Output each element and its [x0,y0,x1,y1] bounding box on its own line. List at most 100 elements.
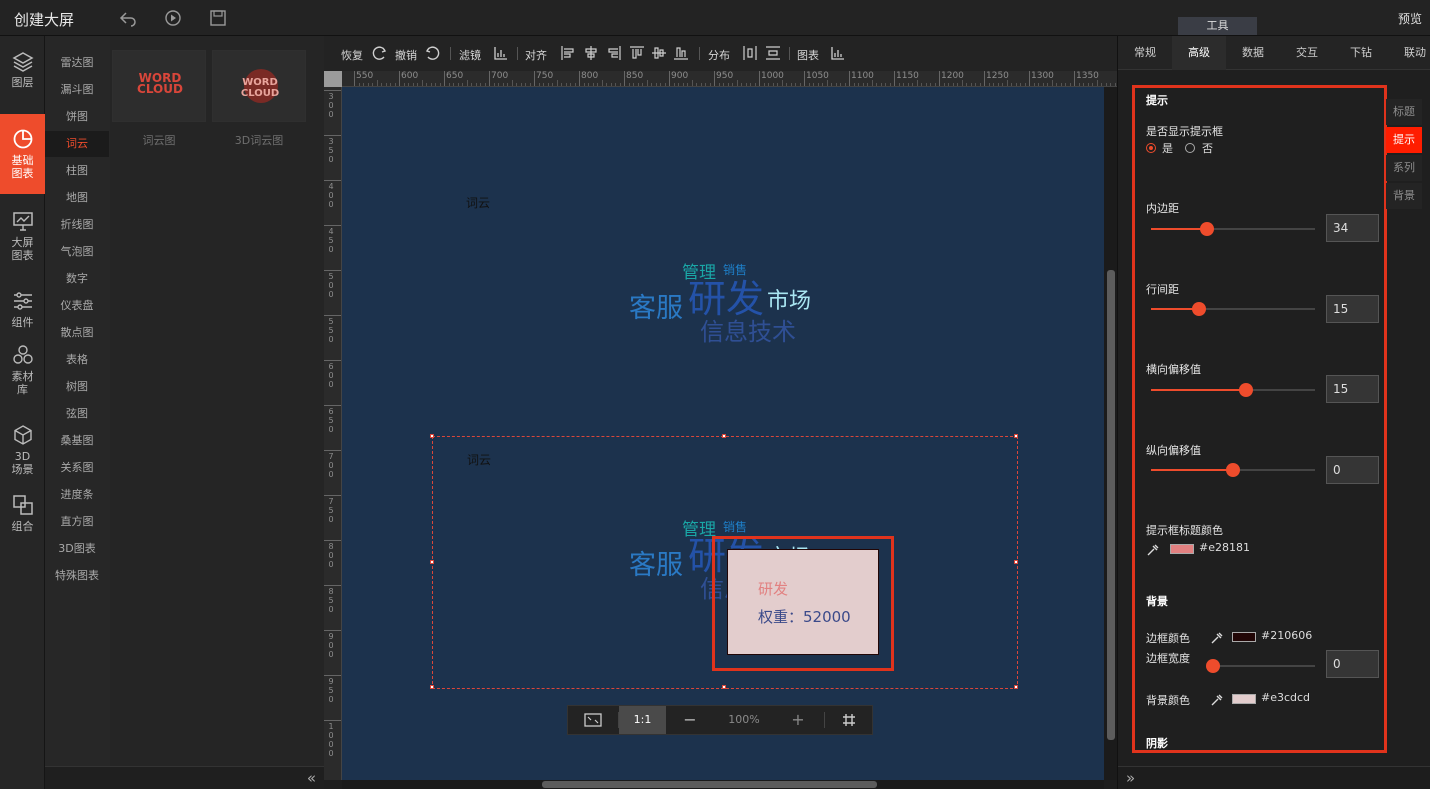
nav-layers[interactable]: 图层 [0,36,45,106]
slider-knob[interactable] [1191,302,1206,316]
category-item[interactable]: 雷达图 [45,50,109,76]
undo-icon[interactable] [425,45,441,61]
zoom-out-button[interactable]: − [670,706,710,734]
tab-5[interactable]: 联动 [1388,36,1430,70]
vertical-scrollbar[interactable] [1104,87,1117,780]
category-item[interactable]: 树图 [45,374,109,400]
slider-knob[interactable] [1239,383,1254,397]
title-color-swatch[interactable] [1170,544,1194,554]
align-left-icon[interactable] [560,45,576,61]
tab-3[interactable]: 交互 [1280,36,1334,70]
side-tab-0[interactable]: 标题 [1386,99,1422,125]
word-3[interactable]: 研发 [688,280,764,318]
word-1[interactable]: 销售 [723,264,747,276]
category-item[interactable]: 漏斗图 [45,77,109,103]
horizontal-scrollbar[interactable] [342,780,1104,789]
vertical-scroll-thumb[interactable] [1107,270,1115,740]
eyedropper-icon[interactable] [1210,631,1224,645]
border-color-swatch[interactable] [1232,632,1256,642]
category-item[interactable]: 关系图 [45,455,109,481]
play-icon[interactable] [164,9,182,27]
align-bottom-icon[interactable] [673,45,689,61]
resize-handle[interactable] [430,685,434,689]
undo-button[interactable]: 撤销 [395,47,417,63]
align-center-h-icon[interactable] [583,45,599,61]
one-to-one-button[interactable]: 1:1 [619,706,666,734]
resize-handle[interactable] [1014,434,1018,438]
category-item[interactable]: 词云 [45,131,109,157]
category-item[interactable]: 进度条 [45,482,109,508]
chart-icon[interactable] [830,45,846,61]
collapse-right-icon[interactable]: » [1126,769,1135,787]
side-tab-2[interactable]: 系列 [1386,155,1422,181]
padding-input[interactable]: 34 [1326,214,1379,242]
resize-handle[interactable] [1014,685,1018,689]
resize-handle[interactable] [430,434,434,438]
tools-tab[interactable]: 工具 [1178,17,1257,35]
redo-button[interactable]: 恢复 [341,47,363,63]
category-item[interactable]: 气泡图 [45,239,109,265]
category-item[interactable]: 表格 [45,347,109,373]
bg-color-swatch[interactable] [1232,694,1256,704]
zoom-in-button[interactable]: + [778,706,818,734]
distribute-button[interactable]: 分布 [708,47,730,63]
word-4[interactable]: 市场 [767,291,811,313]
v-offset-slider[interactable] [1151,463,1315,477]
category-item[interactable]: 柱图 [45,158,109,184]
nav-screen-chart[interactable]: 大屏 图表 [0,196,45,266]
resize-handle[interactable] [1014,560,1018,564]
nav-cube[interactable]: 3D 场景 [0,410,45,480]
fit-screen-button[interactable] [568,706,618,734]
grid-button[interactable] [825,706,873,734]
eyedropper-icon[interactable] [1210,693,1224,707]
border-width-input[interactable]: 0 [1326,650,1379,678]
h-offset-slider[interactable] [1151,383,1315,397]
redo-icon[interactable] [371,45,387,61]
resize-handle[interactable] [722,434,726,438]
nav-group[interactable]: 组合 [0,480,45,550]
tab-0[interactable]: 常规 [1118,36,1172,70]
radio-no[interactable] [1185,143,1195,153]
radio-yes[interactable] [1146,143,1156,153]
preview-button[interactable]: 预览 [1398,10,1422,27]
border-width-slider[interactable] [1206,659,1315,673]
design-canvas[interactable]: 词云 管理销售客服研发市场信息技术 词云 管理销售客服研发市场信息技术 研发 权… [342,87,1104,780]
word-5[interactable]: 信息技术 [700,320,796,344]
line-gap-input[interactable]: 15 [1326,295,1379,323]
chart-button[interactable]: 图表 [797,47,819,63]
align-button[interactable]: 对齐 [525,47,547,63]
nav-hexagons[interactable]: 素材库 [0,330,45,400]
collapse-left-icon[interactable]: « [307,769,316,787]
word-2[interactable]: 客服 [629,552,683,579]
tab-1[interactable]: 高级 [1172,36,1226,70]
align-top-icon[interactable] [629,45,645,61]
thumb-wordcloud[interactable]: WORD CLOUD [112,50,206,122]
h-offset-input[interactable]: 15 [1326,375,1379,403]
category-item[interactable]: 折线图 [45,212,109,238]
category-item[interactable]: 直方图 [45,509,109,535]
filter-button[interactable]: 滤镜 [459,47,481,63]
category-item[interactable]: 弦图 [45,401,109,427]
category-item[interactable]: 特殊图表 [45,563,109,589]
word-2[interactable]: 客服 [629,295,683,322]
eyedropper-icon[interactable] [1146,543,1160,557]
back-icon[interactable] [119,9,137,27]
line-gap-slider[interactable] [1151,302,1315,316]
category-item[interactable]: 饼图 [45,104,109,130]
slider-knob[interactable] [1199,222,1214,236]
thumb-3d-wordcloud[interactable]: WORD CLOUD [212,50,306,122]
resize-handle[interactable] [430,560,434,564]
nav-pie-chart[interactable]: 基础 图表 [0,114,45,194]
tab-4[interactable]: 下钻 [1334,36,1388,70]
resize-handle[interactable] [722,685,726,689]
category-item[interactable]: 3D图表 [45,536,109,562]
tab-2[interactable]: 数据 [1226,36,1280,70]
distribute-h-icon[interactable] [742,45,758,61]
category-item[interactable]: 地图 [45,185,109,211]
slider-knob[interactable] [1206,659,1220,673]
padding-slider[interactable] [1151,222,1315,236]
save-icon[interactable] [209,9,227,27]
category-item[interactable]: 散点图 [45,320,109,346]
category-item[interactable]: 桑基图 [45,428,109,454]
side-tab-3[interactable]: 背景 [1386,183,1422,209]
